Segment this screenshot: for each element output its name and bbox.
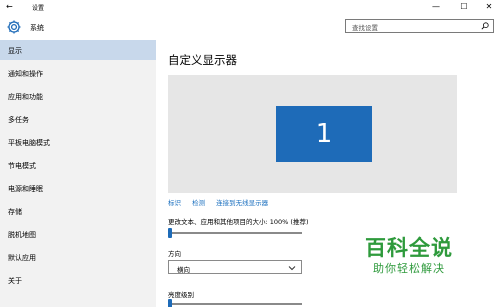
display-arrangement-area: 1 [168,75,457,193]
sidebar-item-about[interactable]: 关于 [0,270,156,290]
chevron-down-icon [288,266,296,271]
scale-label: 更改文本、应用和其他项目的大小: 100% (推荐) [168,218,309,226]
brightness-label: 亮度级别 [168,291,194,299]
brightness-slider[interactable] [168,299,302,307]
search-icon[interactable] [481,22,489,30]
orientation-value: 横向 [177,266,190,274]
connect-wireless-display-link[interactable]: 连接到无线显示器 [216,199,268,207]
sidebar: 显示 通知和操作 应用和功能 多任务 平板电脑模式 节电模式 电源和睡眠 存储 … [0,40,156,307]
watermark-subtitle: 助你轻松解决 [373,262,445,275]
scale-slider-track [168,232,302,234]
orientation-select[interactable]: 横向 [168,260,302,274]
page-title: 自定义显示器 [168,53,237,67]
window-title: 设置 [32,5,45,12]
settings-header: 系统 查找设置 [0,14,500,40]
orientation-label: 方向 [168,250,181,258]
section-title: 系统 [30,24,44,32]
close-button[interactable]: ✕ [477,0,500,14]
sidebar-item-offline-maps[interactable]: 脱机地图 [0,224,156,244]
brightness-slider-track [168,303,302,305]
detect-link[interactable]: 检测 [192,199,205,207]
back-button[interactable]: ← [6,2,16,12]
sidebar-item-power-sleep[interactable]: 电源和睡眠 [0,178,156,198]
sidebar-item-display[interactable]: 显示 [0,40,156,60]
maximize-button[interactable]: ☐ [452,0,476,14]
title-bar: ← 设置 — ☐ ✕ [0,0,500,14]
brightness-slider-thumb[interactable] [168,299,172,307]
sidebar-item-storage[interactable]: 存储 [0,201,156,221]
sidebar-item-tablet-mode[interactable]: 平板电脑模式 [0,132,156,152]
back-arrow-icon: ← [6,2,13,11]
search-placeholder: 查找设置 [352,24,378,32]
display-links: 标识 检测 连接到无线显示器 [168,197,277,207]
sidebar-item-notifications[interactable]: 通知和操作 [0,63,156,83]
sidebar-item-apps[interactable]: 应用和功能 [0,86,156,106]
watermark: 百科全说 助你轻松解决 [365,232,475,282]
identify-link[interactable]: 标识 [168,199,181,207]
watermark-title: 百科全说 [365,236,453,260]
monitor-tile[interactable]: 1 [276,106,372,162]
sidebar-item-default-apps[interactable]: 默认应用 [0,247,156,267]
sidebar-item-multitasking[interactable]: 多任务 [0,109,156,129]
minimize-button[interactable]: — [424,0,448,14]
gear-icon [7,20,21,34]
scale-slider-thumb[interactable] [168,228,172,238]
scale-slider[interactable] [168,228,302,238]
search-input[interactable]: 查找设置 [345,19,494,33]
sidebar-item-battery-saver[interactable]: 节电模式 [0,155,156,175]
